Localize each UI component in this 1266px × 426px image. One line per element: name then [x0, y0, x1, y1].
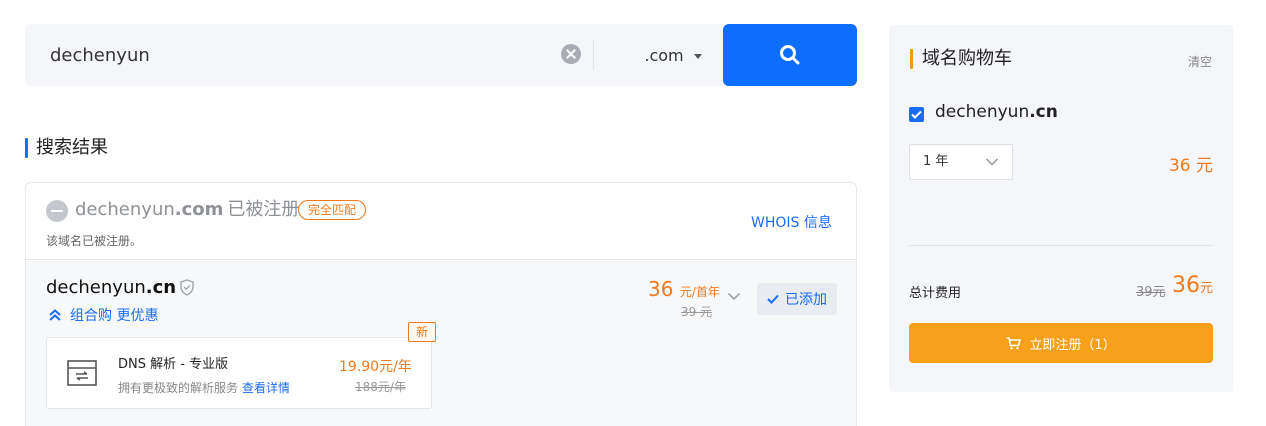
cart-item-tld: .cn: [1029, 102, 1058, 122]
available-domain-name: dechenyun: [46, 277, 146, 298]
dns-detail-link[interactable]: 查看详情: [242, 381, 290, 395]
available-domain-tld: .cn: [145, 277, 177, 298]
chevron-down-icon: [985, 158, 999, 166]
check-icon: [767, 294, 779, 304]
search-bar: .com: [25, 24, 857, 86]
combo-deal-link[interactable]: 组合购 更优惠: [48, 305, 158, 325]
total-price-unit: 元: [1199, 281, 1213, 296]
cart-item-domain: dechenyun.cn: [935, 102, 1058, 122]
cart-icon: [1006, 336, 1022, 349]
minus-circle-icon: [46, 200, 68, 222]
taken-note: 该域名已被注册。: [46, 234, 143, 248]
cart-item-price: 36 元: [1168, 156, 1213, 176]
cart-item-name: dechenyun: [935, 102, 1030, 122]
search-icon: [780, 45, 800, 65]
cart-divider: [909, 245, 1213, 246]
exact-match-badge: 完全匹配: [298, 200, 367, 220]
domain-cart-panel: 域名购物车 清空 dechenyun.cn 1 年 36 元 总计费用 39元 …: [889, 25, 1233, 392]
cart-item-checkbox[interactable]: [909, 107, 924, 122]
dns-addon-title: DNS 解析 - 专业版: [118, 357, 229, 372]
divider: [593, 40, 594, 70]
result-row-taken: dechenyun.com 已被注册 完全匹配 该域名已被注册。 WHOIS 信息: [26, 183, 856, 260]
taken-status: 已被注册: [227, 199, 300, 220]
dns-addon-price: 19.90元/年: [339, 359, 412, 375]
register-now-button[interactable]: 立即注册（1）: [909, 323, 1213, 363]
whois-link[interactable]: WHOIS 信息: [751, 212, 832, 232]
new-badge: 新: [408, 322, 437, 342]
years-dropdown[interactable]: 1 年: [909, 144, 1013, 180]
results-card: dechenyun.com 已被注册 完全匹配 该域名已被注册。 WHOIS 信息…: [25, 182, 857, 426]
check-icon: [911, 110, 922, 119]
added-label: 已添加: [785, 292, 827, 308]
dns-server-icon: [67, 360, 97, 386]
first-year-price-value: 36: [648, 277, 674, 301]
original-price: 39 元: [681, 305, 713, 319]
added-to-cart-button[interactable]: 已添加: [757, 283, 837, 315]
taken-domain-name: dechenyun: [75, 199, 175, 220]
result-row-available: dechenyun.cn 组合购 更优惠 36 元/首年 39 元 已添加 DN…: [26, 261, 856, 426]
total-price: 36元: [1172, 273, 1213, 302]
total-price-value: 36: [1171, 273, 1200, 298]
results-title: 搜索结果: [25, 137, 108, 159]
dns-addon-description: 拥有更极致的解析服务 查看详情: [118, 379, 290, 396]
domain-search-input[interactable]: [25, 24, 591, 86]
search-button[interactable]: [723, 24, 857, 86]
combo-deal-label: 组合购 更优惠: [70, 308, 159, 324]
double-chevron-up-icon: [49, 309, 61, 321]
taken-domain: dechenyun.com 已被注册: [75, 198, 299, 222]
chevron-down-icon[interactable]: [727, 292, 741, 301]
shield-check-icon: [180, 279, 194, 296]
caret-down-icon: [693, 53, 702, 59]
dns-addon-original-price: 188元/年: [355, 380, 406, 394]
first-year-price: 36 元/首年: [648, 278, 720, 303]
register-now-label: 立即注册（1）: [1029, 337, 1116, 353]
tld-dropdown[interactable]: .com: [623, 24, 723, 86]
total-label: 总计费用: [909, 286, 962, 301]
taken-domain-tld: .com: [174, 199, 224, 220]
first-year-price-unit: 元/首年: [679, 285, 720, 299]
tld-selected-value: .com: [644, 45, 684, 65]
available-domain: dechenyun.cn: [46, 276, 176, 300]
total-original-price: 39元: [1136, 285, 1166, 300]
clear-input-icon[interactable]: [561, 44, 581, 64]
years-selected-value: 1 年: [923, 154, 949, 169]
dns-addon-desc-text: 拥有更极致的解析服务: [118, 381, 239, 395]
cart-title: 域名购物车: [910, 48, 1012, 70]
clear-cart-link[interactable]: 清空: [1188, 53, 1212, 70]
dns-addon-card[interactable]: DNS 解析 - 专业版 拥有更极致的解析服务 查看详情 19.90元/年 188…: [46, 337, 432, 409]
